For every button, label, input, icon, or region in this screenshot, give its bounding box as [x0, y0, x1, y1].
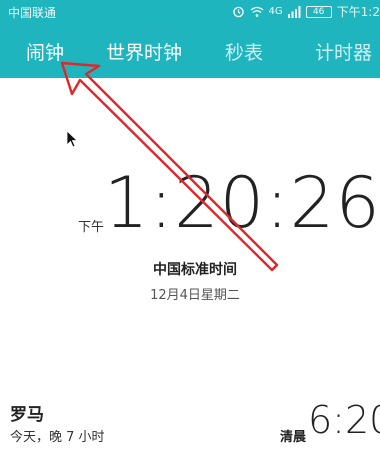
status-icons: 4G 46 下午1:2 [232, 3, 380, 20]
clock-ampm: 下午 [78, 220, 105, 235]
local-time: 1:20:26 [104, 162, 380, 244]
carrier-label: 中国联通 [8, 6, 57, 20]
date-label: 12月4日星期二 [150, 288, 240, 303]
wifi-icon [250, 6, 264, 18]
city-time: 6:20 [308, 398, 380, 442]
alarm-icon [232, 5, 245, 18]
tab-world-clock[interactable]: 世界时钟 [106, 38, 182, 65]
city-name[interactable]: 罗马 [10, 400, 44, 425]
tab-timer[interactable]: 计时器 [315, 38, 372, 65]
status-bar: 中国联通 4G 46 下午1:2 [0, 0, 380, 24]
battery-icon: 46 [305, 5, 332, 18]
mouse-cursor-icon [66, 130, 79, 152]
timezone-label: 中国标准时间 [153, 262, 237, 278]
city-period: 清晨 [280, 430, 307, 445]
status-time: 下午1:2 [336, 5, 380, 19]
network-type: 4G [268, 6, 283, 17]
tab-stopwatch[interactable]: 秒表 [225, 38, 263, 65]
tab-bar: 闹钟 世界时钟 秒表 计时器 [0, 30, 380, 74]
tab-alarm[interactable]: 闹钟 [26, 38, 64, 65]
signal-icon [287, 5, 301, 18]
city-relative-time: 今天，晚 7 小时 [10, 430, 105, 445]
